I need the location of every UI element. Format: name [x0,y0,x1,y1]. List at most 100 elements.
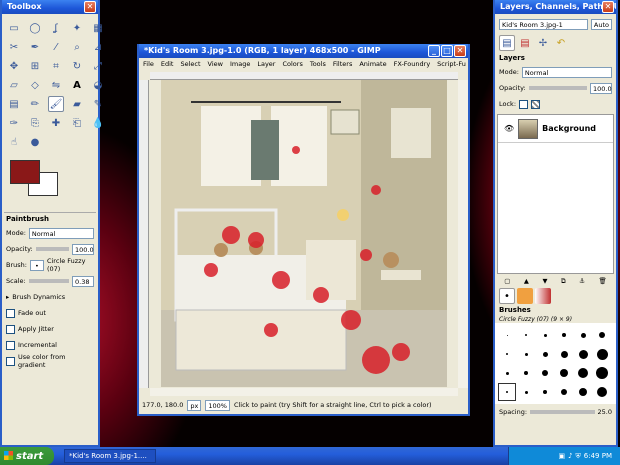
menu-item[interactable]: Script-Fu [437,60,466,69]
brush-cell[interactable] [518,327,534,343]
zoom-icon[interactable]: ⌕ [69,39,85,55]
brush-cell[interactable] [518,346,534,362]
menu-item[interactable]: Image [230,60,250,69]
pencil-icon[interactable]: ✏ [27,96,43,112]
layer-opacity-input[interactable]: 100.0 [590,82,612,94]
ellipse-select-icon[interactable]: ◯ [27,20,43,36]
brush-cell[interactable] [499,365,515,381]
menu-item[interactable]: Select [180,60,200,69]
scale-slider[interactable] [28,279,69,283]
menu-item[interactable]: Edit [161,60,174,69]
horizontal-scrollbar[interactable] [150,388,458,396]
flip-icon[interactable]: ⇋ [48,77,64,93]
lock-pixels-checkbox[interactable] [519,99,529,109]
new-layer-icon[interactable]: ▢ [504,277,510,285]
eraser-icon[interactable]: ▰ [69,96,85,112]
menu-item[interactable]: Colors [282,60,302,69]
brush-cell[interactable] [556,327,572,343]
vertical-scrollbar[interactable] [458,80,468,388]
brush-cell[interactable] [575,365,591,381]
brush-cell[interactable] [556,346,572,362]
layer-opacity-slider[interactable] [528,86,587,90]
dodge-burn-icon[interactable]: ● [27,134,43,150]
toolbox-close-button[interactable]: ✕ [84,1,96,13]
volume-icon[interactable]: ♪ [568,452,572,460]
security-icon[interactable]: ⛨ [576,452,581,461]
task-button-gimp[interactable]: *Kid's Room 3.jpg-1.... [64,449,156,463]
menu-item[interactable]: Layer [257,60,275,69]
maximize-button[interactable]: □ [441,45,453,57]
raise-layer-icon[interactable]: ▲ [524,277,529,285]
foreground-color-swatch[interactable] [10,160,40,184]
scissors-icon[interactable]: ✂ [6,39,22,55]
image-window-titlebar[interactable]: *Kid's Room 3.jpg-1.0 (RGB, 1 layer) 468… [139,44,468,58]
undo-tab-icon[interactable]: ↶ [553,35,569,51]
scale-input[interactable]: 0.38 [72,275,94,287]
minimize-button[interactable]: _ [428,45,440,57]
brush-cell[interactable] [499,327,515,343]
menu-item[interactable]: File [143,60,154,69]
opacity-input[interactable]: 100.0 [72,243,94,255]
image-canvas[interactable] [161,80,447,387]
crop-icon[interactable]: ⌗ [48,58,64,74]
patterns-tab-icon[interactable] [517,288,533,304]
incremental-checkbox[interactable] [6,340,15,350]
visibility-eye-icon[interactable]: 👁 [504,124,514,133]
blend-icon[interactable]: ▤ [6,96,22,112]
layers-tab-icon[interactable]: ▤ [499,35,515,51]
shear-icon[interactable]: ▱ [6,77,22,93]
brush-cell[interactable] [518,365,534,381]
text-icon[interactable]: A [69,77,85,93]
opacity-slider[interactable] [35,247,69,251]
brush-cell[interactable] [537,365,553,381]
unit-select[interactable]: px [187,399,202,411]
airbrush-icon[interactable]: ✎ [90,96,106,112]
layer-row[interactable]: 👁 Background [498,115,613,143]
brush-preview-icon[interactable]: • [29,259,44,271]
spacing-slider[interactable] [530,410,595,414]
duplicate-layer-icon[interactable]: ⧉ [561,277,566,286]
scale-icon[interactable]: ⤢ [90,58,106,74]
rotate-icon[interactable]: ↻ [69,58,85,74]
lower-layer-icon[interactable]: ▼ [542,277,547,285]
menu-item[interactable]: Tools [310,60,326,69]
brush-cell[interactable] [537,327,553,343]
layer-mode-select[interactable]: Normal [521,66,612,78]
smudge-icon[interactable]: ☝ [6,134,22,150]
layers-dock-titlebar[interactable]: Layers, Channels, Paths, Undo ✕ [495,0,616,14]
toolbox-titlebar[interactable]: Toolbox ✕ [2,0,98,14]
fade-out-checkbox[interactable] [6,308,15,318]
brush-cell[interactable] [518,384,534,400]
paintbrush-icon[interactable]: 🖌 [48,96,64,112]
measure-icon[interactable]: ⊿ [90,39,106,55]
align-icon[interactable]: ⊞ [27,58,43,74]
blur-icon[interactable]: 💧 [90,115,106,131]
fuzzy-select-icon[interactable]: ✦ [69,20,85,36]
layer-name[interactable]: Background [542,124,596,133]
brush-cell[interactable] [594,384,610,400]
brush-cell[interactable] [498,383,516,401]
layers-dock-close-button[interactable]: ✕ [602,1,614,13]
brush-cell[interactable] [537,384,553,400]
menu-item[interactable]: Animate [359,60,386,69]
apply-jitter-checkbox[interactable] [6,324,15,334]
lock-alpha-checkbox[interactable] [531,99,541,109]
brush-cell[interactable] [499,346,515,362]
color-select-icon[interactable]: ▦ [90,20,106,36]
color-picker-icon[interactable]: ⁄ [48,39,64,55]
anchor-layer-icon[interactable]: ⚓ [579,277,585,285]
delete-layer-icon[interactable]: 🗑 [598,277,606,285]
close-button[interactable]: ✕ [454,45,466,57]
zoom-select[interactable]: 100% [205,399,230,411]
menu-item[interactable]: View [208,60,223,69]
heal-icon[interactable]: ✚ [48,115,64,131]
brush-grid[interactable] [495,323,616,404]
menu-item[interactable]: Filters [333,60,352,69]
paths-icon[interactable]: ✒ [27,39,43,55]
auto-button[interactable]: Auto [590,18,612,30]
start-button[interactable]: start [0,447,54,465]
brushes-tab-icon[interactable]: • [499,288,515,304]
rect-select-icon[interactable]: ▭ [6,20,22,36]
expander-arrow-icon[interactable]: ▸ [6,293,9,301]
network-icon[interactable]: ▣ [558,452,565,460]
